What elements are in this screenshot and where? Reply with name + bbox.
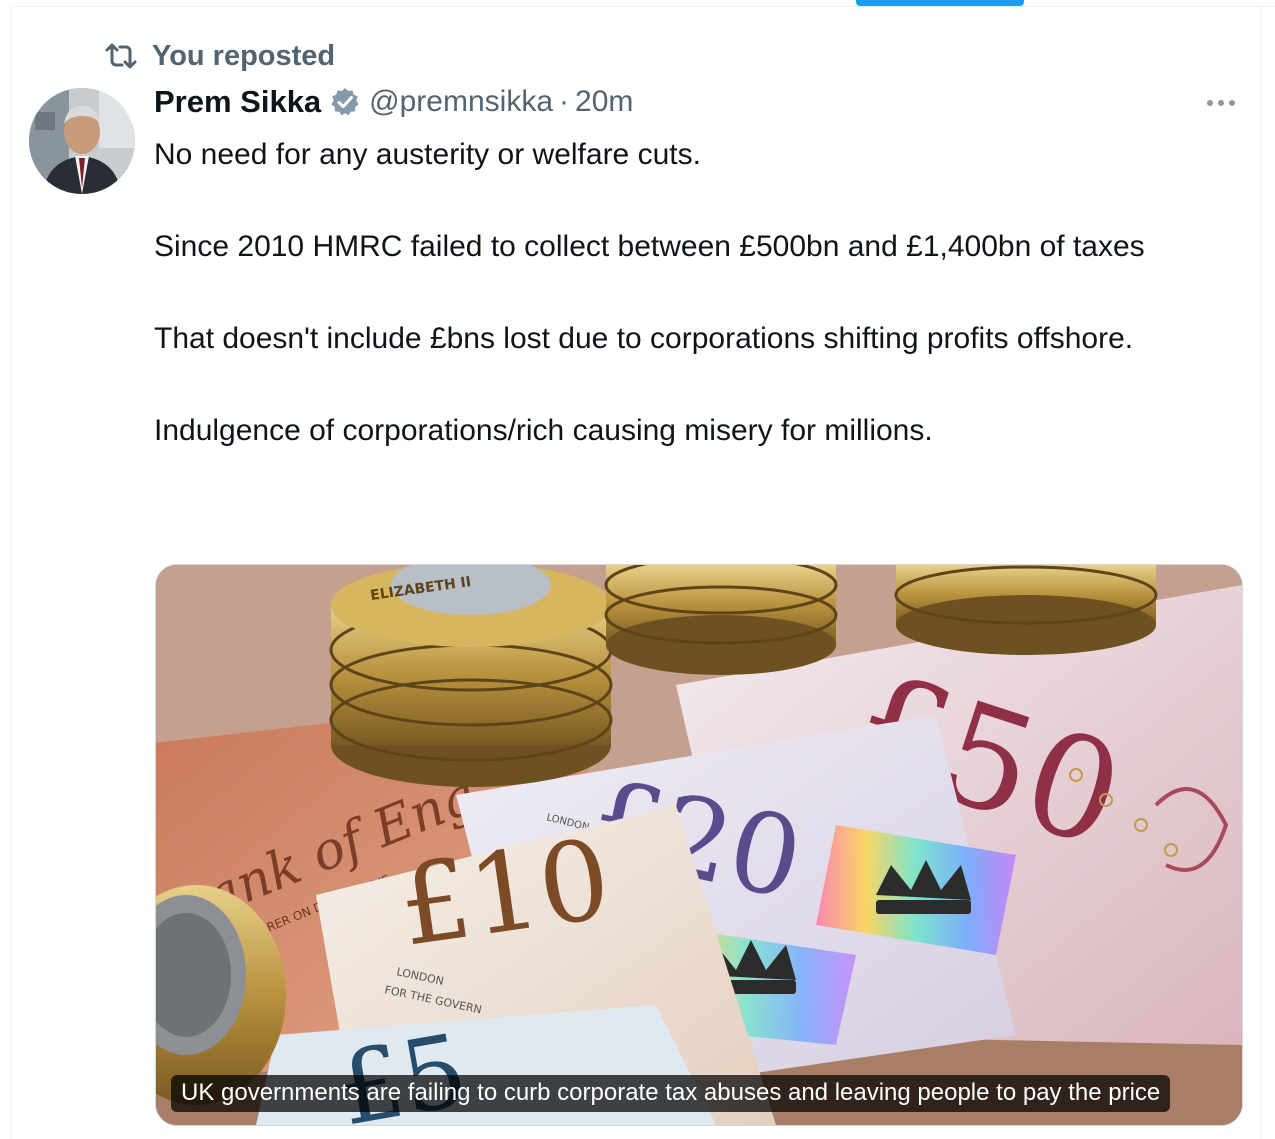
repost-label: You reposted bbox=[152, 39, 336, 72]
user-handle[interactable]: @premnsikka bbox=[369, 85, 553, 119]
timeline-frame: You reposted Prem Sikka @premnsikka · 20… bbox=[0, 0, 1275, 1139]
tweet-paragraph: Indulgence of corporations/rich causing … bbox=[154, 414, 933, 447]
tweet-timestamp[interactable]: 20m bbox=[575, 85, 633, 119]
tweet-paragraph: That doesn't include £bns lost due to co… bbox=[154, 322, 1134, 355]
tweet-paragraph: No need for any austerity or welfare cut… bbox=[154, 138, 701, 171]
avatar[interactable] bbox=[29, 88, 135, 194]
ellipsis-icon bbox=[1207, 100, 1235, 106]
media-caption: UK governments are failing to curb corpo… bbox=[171, 1075, 1171, 1112]
coin-stack-top-right bbox=[894, 565, 1158, 655]
banknotes-and-coins-image: ank of Eng E BEARER ON DEMAND THE £50 £2… bbox=[156, 565, 1242, 1125]
verified-badge-icon[interactable] bbox=[329, 86, 361, 118]
right-border bbox=[1260, 6, 1261, 1139]
tweet-header: Prem Sikka @premnsikka · 20m bbox=[154, 80, 633, 124]
top-divider bbox=[12, 6, 1275, 7]
header-separator: · bbox=[559, 85, 570, 118]
more-options-button[interactable] bbox=[1201, 88, 1241, 118]
tweet-paragraph: Since 2010 HMRC failed to collect betwee… bbox=[154, 230, 1145, 263]
tweet-media[interactable]: ank of Eng E BEARER ON DEMAND THE £50 £2… bbox=[155, 564, 1243, 1126]
repost-banner[interactable]: You reposted bbox=[104, 38, 335, 74]
active-tab-indicator bbox=[856, 0, 1024, 6]
repost-icon bbox=[104, 41, 138, 71]
coin-stack-top-middle bbox=[604, 565, 838, 675]
display-name[interactable]: Prem Sikka bbox=[154, 84, 321, 120]
tweet-text: No need for any austerity or welfare cut… bbox=[154, 132, 1234, 454]
left-border bbox=[11, 6, 12, 1139]
coin-stack-center: ELIZABETH II bbox=[329, 565, 613, 787]
